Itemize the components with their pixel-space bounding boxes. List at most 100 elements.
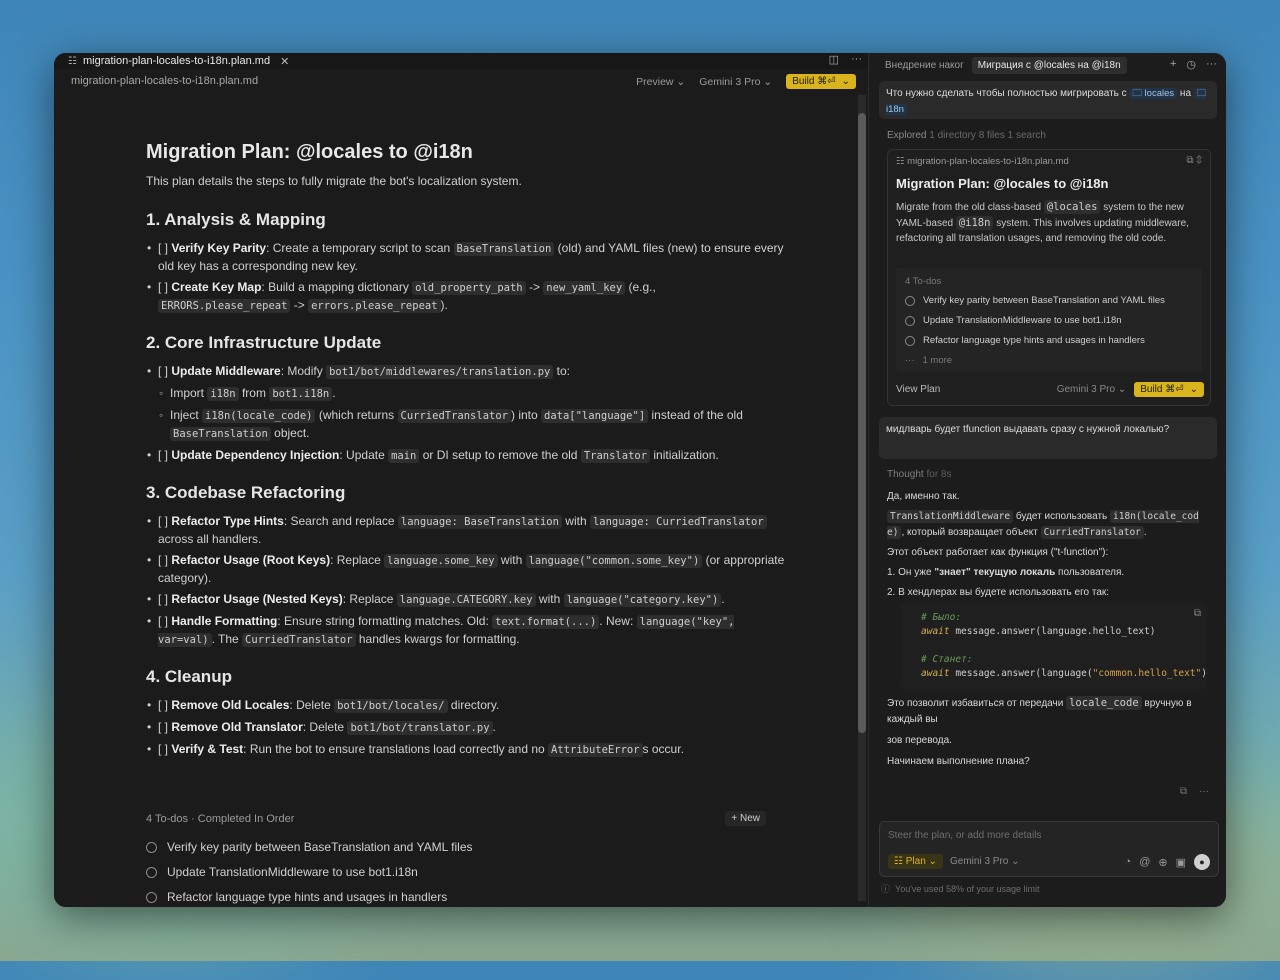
circle-icon: [905, 315, 915, 326]
editor-tab-title: migration-plan-locales-to-i18n.plan.md: [82, 55, 271, 67]
doc-title: Migration Plan: @locales to @i18n: [146, 141, 473, 163]
chat-tab[interactable]: Внедрение наког: [885, 60, 964, 71]
section-heading: 2. Core Infrastructure Update: [146, 333, 382, 352]
path-bar: migration-plan-locales-to-i18n.plan.md P…: [54, 69, 868, 95]
user-message[interactable]: Что нужно сделать чтобы полностью мигрир…: [879, 81, 1217, 119]
globe-icon[interactable]: ⊕: [1158, 856, 1167, 869]
section-heading: 4. Cleanup: [146, 667, 232, 686]
todo-header-label: 4 To-dos · Completed In Order: [146, 812, 295, 825]
plan-todos: 4 To-dos Verify key parity between BaseT…: [896, 268, 1202, 372]
editor-tabbar: ☷ migration-plan-locales-to-i18n.plan.md…: [54, 53, 868, 69]
more-icon[interactable]: ···: [1206, 58, 1217, 71]
code-block: ⧉ # Было: await message.answer(language.…: [901, 603, 1207, 689]
thought-status[interactable]: Thought for 8s: [887, 469, 952, 480]
more-icon[interactable]: ···: [851, 53, 862, 66]
plan-mode-dropdown[interactable]: ☷ Plan ⌄: [888, 854, 943, 869]
subtask-item: Inject i18n(locale_code) (which returns …: [159, 407, 786, 443]
tabbar-actions: ◫ ···: [829, 53, 862, 66]
todo-section: 4 To-dos · Completed In Order + New Veri…: [146, 811, 766, 907]
chat-pane: Внедрение наког Миграция с @locales на @…: [868, 53, 1226, 907]
new-todo-button[interactable]: + New: [725, 811, 766, 826]
task-item: [ ] Refactor Usage (Root Keys): Replace …: [147, 552, 786, 587]
doc-intro: This plan details the steps to fully mig…: [146, 174, 522, 188]
circle-icon[interactable]: [146, 891, 157, 903]
assistant-answer: Да, именно так. TranslationMiddleware бу…: [887, 491, 1199, 598]
user-message[interactable]: мидлварь будет tfunction выдавать сразу …: [879, 417, 1217, 459]
app-window: ☷ migration-plan-locales-to-i18n.plan.md…: [54, 53, 1226, 907]
circle-icon: [905, 335, 915, 346]
task-item: [ ] Handle Formatting: Ensure string for…: [147, 613, 786, 649]
todo-item[interactable]: Refactor language type hints and usages …: [146, 890, 766, 904]
task-list: [ ] Refactor Type Hints: Search and repl…: [146, 513, 786, 649]
more-todos-link[interactable]: ··· 1 more: [905, 355, 952, 366]
plan-todo-item[interactable]: Verify key parity between BaseTranslatio…: [905, 295, 1165, 306]
image-icon[interactable]: ▣: [1176, 856, 1186, 869]
message-actions: ⧉ ···: [1180, 786, 1209, 797]
task-item: [ ] Update Dependency Injection: Update …: [147, 447, 786, 465]
history-icon[interactable]: ◷: [1186, 58, 1196, 71]
todo-item[interactable]: Verify key parity between BaseTranslatio…: [146, 840, 766, 854]
task-list: [ ] Update Middleware: Modify bot1/bot/m…: [146, 363, 786, 465]
editor-pane: ☷ migration-plan-locales-to-i18n.plan.md…: [54, 53, 868, 907]
task-item: [ ] Remove Old Locales: Delete bot1/bot/…: [147, 697, 786, 715]
scrollbar-thumb[interactable]: [858, 113, 866, 733]
chat-tab-actions: + ◷ ···: [1170, 58, 1217, 71]
explored-status[interactable]: Explored 1 directory 8 files 1 search: [887, 130, 1046, 141]
copy-icon[interactable]: ⧉: [1186, 155, 1193, 166]
task-list: [ ] Verify Key Parity: Create a temporar…: [146, 240, 786, 315]
chat-tab-active[interactable]: Миграция с @locales на @i18n: [971, 56, 1127, 74]
build-button-label: Build ⌘⏎: [792, 76, 836, 87]
task-list: [ ] Remove Old Locales: Delete bot1/bot/…: [146, 697, 786, 759]
circle-icon[interactable]: [146, 841, 157, 853]
circle-icon[interactable]: [146, 866, 157, 878]
task-item: [ ] Verify Key Parity: Create a temporar…: [147, 240, 786, 275]
editor-toolbar: Preview ⌄ Gemini 3 Pro ⌄ Build ⌘⏎ ⌄: [636, 74, 856, 89]
plan-document: Migration Plan: @locales to @i18n This p…: [146, 141, 786, 777]
model-dropdown[interactable]: Gemini 3 Pro ⌄: [1057, 384, 1127, 395]
folder-chip[interactable]: 🗀 locales: [1129, 88, 1178, 99]
copy-icon[interactable]: ⧉: [1180, 786, 1187, 797]
task-item: [ ] Remove Old Translator: Delete bot1/b…: [147, 719, 786, 737]
plan-card-footer: View Plan Gemini 3 Pro ⌄ Build ⌘⏎ ⌄: [896, 382, 1204, 397]
spinner-icon: ◔: [1124, 856, 1132, 868]
list-icon: ☷: [896, 156, 908, 167]
plan-card-title: Migration Plan: @locales to @i18n: [896, 176, 1109, 191]
plan-filename: ☷ migration-plan-locales-to-i18n.plan.md: [896, 156, 1069, 167]
chevron-down-icon[interactable]: ⌄: [842, 76, 850, 87]
section-heading: 3. Codebase Refactoring: [146, 483, 346, 502]
section-heading: 1. Analysis & Mapping: [146, 210, 326, 229]
task-item: [ ] Refactor Usage (Nested Keys): Replac…: [147, 591, 786, 609]
copy-icon[interactable]: ⧉: [1194, 607, 1201, 621]
plan-card-description: Migrate from the old class-based @locale…: [896, 200, 1189, 244]
model-dropdown[interactable]: Gemini 3 Pro ⌄: [699, 76, 772, 88]
mention-icon[interactable]: @: [1139, 856, 1150, 868]
chevron-down-icon: ⌄: [1189, 384, 1198, 395]
chat-composer[interactable]: Steer the plan, or add more details ☷ Pl…: [879, 821, 1219, 877]
file-path: migration-plan-locales-to-i18n.plan.md: [71, 75, 259, 87]
expand-icon[interactable]: ⇕: [1196, 155, 1202, 166]
microphone-icon[interactable]: ●: [1194, 854, 1210, 870]
usage-notice: ⓘ You've used 58% of your usage limit: [881, 883, 1040, 895]
build-button[interactable]: Build ⌘⏎ ⌄: [786, 74, 856, 89]
plan-todo-item[interactable]: Update TranslationMiddleware to use bot1…: [905, 315, 1122, 326]
view-plan-button[interactable]: View Plan: [896, 384, 940, 395]
plus-icon[interactable]: +: [1170, 58, 1176, 71]
todo-item[interactable]: Update TranslationMiddleware to use bot1…: [146, 865, 766, 879]
close-icon[interactable]: ✕: [280, 55, 289, 68]
list-icon: ☷: [68, 55, 77, 67]
task-item: [ ] Create Key Map: Build a mapping dict…: [147, 279, 786, 315]
todo-header: 4 To-dos · Completed In Order + New: [146, 811, 766, 826]
more-icon[interactable]: ···: [1199, 786, 1209, 797]
split-view-icon[interactable]: ◫: [829, 53, 839, 66]
plan-card-actions: ⧉ ⇕: [1186, 155, 1202, 166]
list-icon: ☷: [894, 856, 906, 867]
preview-dropdown[interactable]: Preview ⌄: [636, 76, 685, 88]
build-button[interactable]: Build ⌘⏎ ⌄: [1134, 382, 1204, 397]
composer-input[interactable]: Steer the plan, or add more details: [888, 830, 1041, 841]
ellipsis-icon: ···: [905, 355, 915, 366]
info-icon: ⓘ: [881, 884, 891, 894]
composer-actions: ◔ @ ⊕ ▣ ●: [1125, 854, 1210, 870]
model-dropdown[interactable]: Gemini 3 Pro ⌄: [950, 856, 1020, 867]
editor-tab[interactable]: ☷ migration-plan-locales-to-i18n.plan.md…: [68, 53, 289, 69]
plan-todo-item[interactable]: Refactor language type hints and usages …: [905, 335, 1145, 346]
